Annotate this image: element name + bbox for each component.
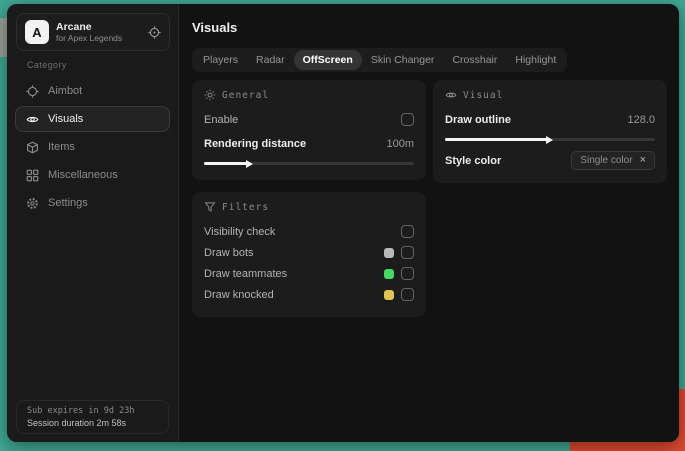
draw-outline-value: 128.0 (627, 113, 655, 126)
visual-panel: Visual Draw outline 128.0 Style color Si… (433, 80, 667, 183)
funnel-icon (204, 201, 216, 213)
general-panel: General Enable Rendering distance 100m (192, 80, 426, 180)
sidebar-item-label: Miscellaneous (48, 169, 118, 181)
filter-row: Draw knocked (204, 284, 414, 305)
sidebar-nav: Aimbot Visuals Items Miscellaneous Setti… (15, 78, 170, 216)
style-color-select[interactable]: Single color × (571, 151, 655, 170)
sidebar-item-label: Items (48, 141, 75, 153)
sidebar-item-aimbot[interactable]: Aimbot (15, 78, 170, 104)
sidebar-item-label: Aimbot (48, 85, 83, 97)
draw-bots-checkbox[interactable] (401, 246, 414, 259)
draw-outline-slider[interactable] (445, 135, 655, 144)
desktop-background: A Arcane for Apex Legends Category Aimbo… (0, 0, 685, 451)
draw-teammates-color-swatch[interactable] (384, 268, 394, 279)
app-window: A Arcane for Apex Legends Category Aimbo… (7, 4, 679, 442)
filters-panel: Filters Visibility check Draw bots Draw … (192, 192, 426, 317)
crosshair-icon (26, 84, 39, 98)
filter-row: Visibility check (204, 221, 414, 242)
draw-teammates-checkbox[interactable] (401, 267, 414, 280)
tab-crosshair[interactable]: Crosshair (443, 50, 506, 70)
remove-icon[interactable]: × (640, 155, 646, 166)
sidebar-item-settings[interactable]: Settings (15, 190, 170, 216)
slider-thumb[interactable] (246, 159, 254, 168)
package-icon (26, 141, 39, 154)
session-duration-text: Session duration 2m 58s (27, 418, 127, 428)
grid-icon (26, 169, 39, 182)
sidebar: A Arcane for Apex Legends Category Aimbo… (7, 4, 179, 442)
slider-thumb[interactable] (546, 135, 553, 144)
category-label: Category (27, 60, 67, 70)
enable-checkbox[interactable] (401, 113, 414, 126)
tab-skin-changer[interactable]: Skin Changer (362, 50, 444, 70)
draw-outline-label: Draw outline (445, 113, 512, 126)
tab-offscreen[interactable]: OffScreen (293, 50, 362, 70)
app-title: Arcane (56, 20, 92, 33)
filter-row: Draw teammates (204, 263, 414, 284)
gear-icon (26, 197, 39, 210)
target-icon[interactable] (148, 25, 161, 39)
app-subtitle: for Apex Legends (56, 33, 123, 44)
app-logo: A (25, 20, 49, 44)
draw-knocked-color-swatch[interactable] (384, 289, 394, 300)
subscription-info: Sub expires in 9d 23h Session duration 2… (16, 400, 169, 434)
draw-bots-color-swatch[interactable] (384, 247, 394, 258)
brand-card: A Arcane for Apex Legends (16, 13, 170, 51)
tab-highlight[interactable]: Highlight (506, 50, 565, 70)
page-title: Visuals (192, 20, 238, 35)
draw-knocked-checkbox[interactable] (401, 288, 414, 301)
panel-title-visual: Visual (463, 89, 504, 101)
sidebar-item-visuals[interactable]: Visuals (15, 106, 170, 132)
sub-expiry-text: Sub expires in 9d 23h (27, 406, 135, 416)
sidebar-item-label: Visuals (48, 113, 84, 125)
sidebar-item-miscellaneous[interactable]: Miscellaneous (15, 162, 170, 188)
sun-icon (204, 89, 216, 101)
main-content: Visuals Players Radar OffScreen Skin Cha… (179, 4, 679, 442)
panel-title-general: General (222, 89, 270, 101)
enable-label: Enable (204, 113, 239, 126)
eye-icon (26, 113, 39, 126)
sidebar-item-items[interactable]: Items (15, 134, 170, 160)
eye-icon (445, 89, 457, 101)
filter-row: Draw bots (204, 242, 414, 263)
rendering-distance-value: 100m (386, 137, 414, 150)
tab-bar: Players Radar OffScreen Skin Changer Cro… (192, 48, 568, 72)
style-color-label: Style color (445, 154, 502, 167)
visibility-check-checkbox[interactable] (401, 225, 414, 238)
tab-radar[interactable]: Radar (247, 50, 294, 70)
panel-title-filters: Filters (222, 201, 270, 213)
rendering-distance-slider[interactable] (204, 159, 414, 168)
rendering-distance-label: Rendering distance (204, 137, 307, 150)
tab-players[interactable]: Players (194, 50, 247, 70)
sidebar-item-label: Settings (48, 197, 88, 209)
